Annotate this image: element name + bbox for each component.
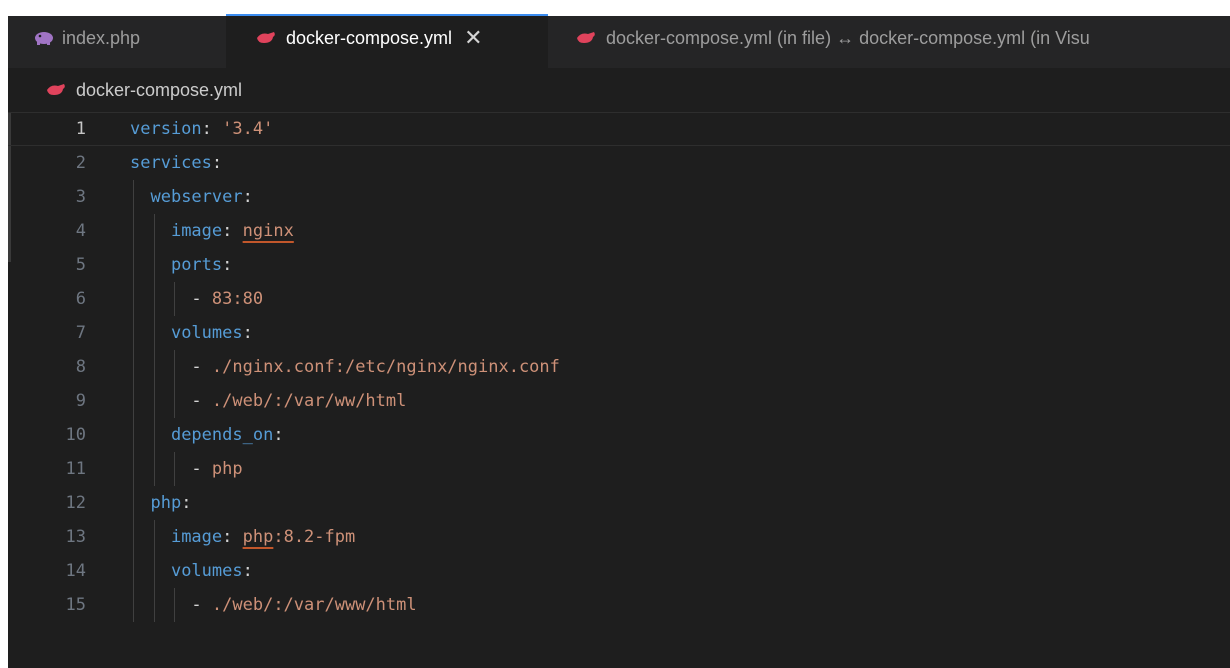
code-line[interactable]: 10 depends_on: bbox=[8, 418, 1230, 452]
indent-guide bbox=[133, 418, 134, 452]
editor-window: index.php docker-compose.yml ✕ docker-co… bbox=[8, 8, 1230, 668]
indent-guide bbox=[153, 452, 155, 486]
indent-guide bbox=[153, 350, 155, 384]
code-text: image: nginx bbox=[170, 221, 294, 241]
code-text: - 83:80 bbox=[191, 289, 264, 309]
tab-label: docker-compose.yml bbox=[286, 27, 453, 48]
line-number: 2 bbox=[75, 153, 86, 173]
code-text: - php bbox=[191, 459, 243, 479]
active-tab-indicator bbox=[226, 14, 548, 16]
code-text: php: bbox=[150, 493, 192, 513]
line-number: 5 bbox=[75, 255, 86, 275]
code-text: version: '3.4' bbox=[130, 119, 274, 139]
line-number: 9 bbox=[75, 391, 86, 411]
tab-bar: index.php docker-compose.yml ✕ docker-co… bbox=[8, 8, 1230, 68]
line-number: 11 bbox=[65, 459, 86, 479]
code-text: volumes: bbox=[170, 323, 253, 343]
docker-whale-icon bbox=[46, 83, 68, 97]
line-number: 4 bbox=[75, 221, 86, 241]
code-text: webserver: bbox=[150, 187, 253, 207]
indent-guide bbox=[174, 384, 175, 418]
docker-whale-icon bbox=[576, 31, 598, 45]
line-number: 6 bbox=[75, 289, 86, 309]
code-line[interactable]: 9 - ./web/:/var/ww/html bbox=[8, 384, 1230, 418]
code-line[interactable]: 14 volumes: bbox=[8, 554, 1230, 588]
indent-guide bbox=[174, 350, 175, 384]
indent-guide bbox=[133, 520, 134, 554]
code-line[interactable]: 13 image: php:8.2-fpm bbox=[8, 520, 1230, 554]
indent-guide bbox=[133, 282, 134, 316]
code-line[interactable]: 5 ports: bbox=[8, 248, 1230, 282]
line-number: 3 bbox=[75, 187, 86, 207]
indent-guide bbox=[153, 248, 155, 282]
line-number: 10 bbox=[65, 425, 86, 445]
indent-guide bbox=[153, 316, 155, 350]
code-line[interactable]: 1 version: '3.4' bbox=[8, 112, 1230, 146]
indent-guide bbox=[153, 418, 155, 452]
tab-label: index.php bbox=[62, 27, 141, 48]
tab-index-php[interactable]: index.php bbox=[8, 8, 226, 68]
code-line[interactable]: 6 - 83:80 bbox=[8, 282, 1230, 316]
indent-guide bbox=[133, 214, 134, 248]
indent-guide bbox=[133, 588, 134, 622]
breadcrumb-file: docker-compose.yml bbox=[76, 79, 243, 100]
code-text: - ./web/:/var/ww/html bbox=[191, 391, 407, 411]
breadcrumb[interactable]: docker-compose.yml bbox=[8, 68, 1230, 112]
code-text: - ./nginx.conf:/etc/nginx/nginx.conf bbox=[191, 357, 560, 377]
code-line[interactable]: 7 volumes: bbox=[8, 316, 1230, 350]
code-editor[interactable]: 1 version: '3.4' 2 services: 3 webserver: 4 i… bbox=[8, 112, 1230, 668]
code-text: image: php:8.2-fpm bbox=[170, 527, 356, 547]
indent-guide bbox=[133, 554, 134, 588]
php-elephant-icon bbox=[34, 31, 54, 45]
code-line[interactable]: 11 - php bbox=[8, 452, 1230, 486]
close-icon[interactable]: ✕ bbox=[464, 25, 482, 51]
code-text: - ./web/:/var/www/html bbox=[191, 595, 417, 615]
code-line[interactable]: 2 services: bbox=[8, 146, 1230, 180]
indent-guide bbox=[153, 588, 155, 622]
code-text: volumes: bbox=[170, 561, 253, 581]
code-line[interactable]: 12 php: bbox=[8, 486, 1230, 520]
indent-guide bbox=[153, 282, 155, 316]
code-line[interactable]: 15 - ./web/:/var/www/html bbox=[8, 588, 1230, 622]
indent-guide bbox=[153, 384, 155, 418]
docker-whale-icon bbox=[256, 31, 278, 45]
tab-docker-compose-active[interactable]: docker-compose.yml ✕ bbox=[226, 8, 548, 68]
indent-guide bbox=[153, 520, 155, 554]
line-number: 13 bbox=[65, 527, 86, 547]
tab-label: docker-compose.yml (in file) ↔ docker-co… bbox=[606, 27, 1090, 48]
window-top-edge bbox=[8, 8, 1230, 16]
indent-guide bbox=[153, 554, 155, 588]
line-number: 12 bbox=[65, 493, 86, 513]
line-number: 14 bbox=[65, 561, 86, 581]
indent-guide bbox=[153, 214, 155, 248]
code-line[interactable]: 3 webserver: bbox=[8, 180, 1230, 214]
indent-guide bbox=[133, 180, 134, 214]
line-number: 15 bbox=[65, 595, 86, 615]
indent-guide bbox=[133, 350, 134, 384]
indent-guide bbox=[133, 316, 134, 350]
indent-guide bbox=[133, 452, 134, 486]
code-line[interactable]: 8 - ./nginx.conf:/etc/nginx/nginx.conf bbox=[8, 350, 1230, 384]
code-line[interactable]: 4 image: nginx bbox=[8, 214, 1230, 248]
indent-guide bbox=[133, 486, 134, 520]
tab-docker-compose-diff[interactable]: docker-compose.yml (in file) ↔ docker-co… bbox=[548, 8, 1106, 68]
code-text: services: bbox=[130, 153, 223, 173]
indent-guide bbox=[174, 282, 175, 316]
line-number: 7 bbox=[75, 323, 86, 343]
indent-guide bbox=[174, 452, 175, 486]
line-number: 8 bbox=[75, 357, 86, 377]
indent-guide bbox=[133, 384, 134, 418]
indent-guide bbox=[174, 588, 175, 622]
line-number: 1 bbox=[75, 119, 86, 139]
indent-guide bbox=[133, 248, 134, 282]
code-text: ports: bbox=[170, 255, 233, 275]
